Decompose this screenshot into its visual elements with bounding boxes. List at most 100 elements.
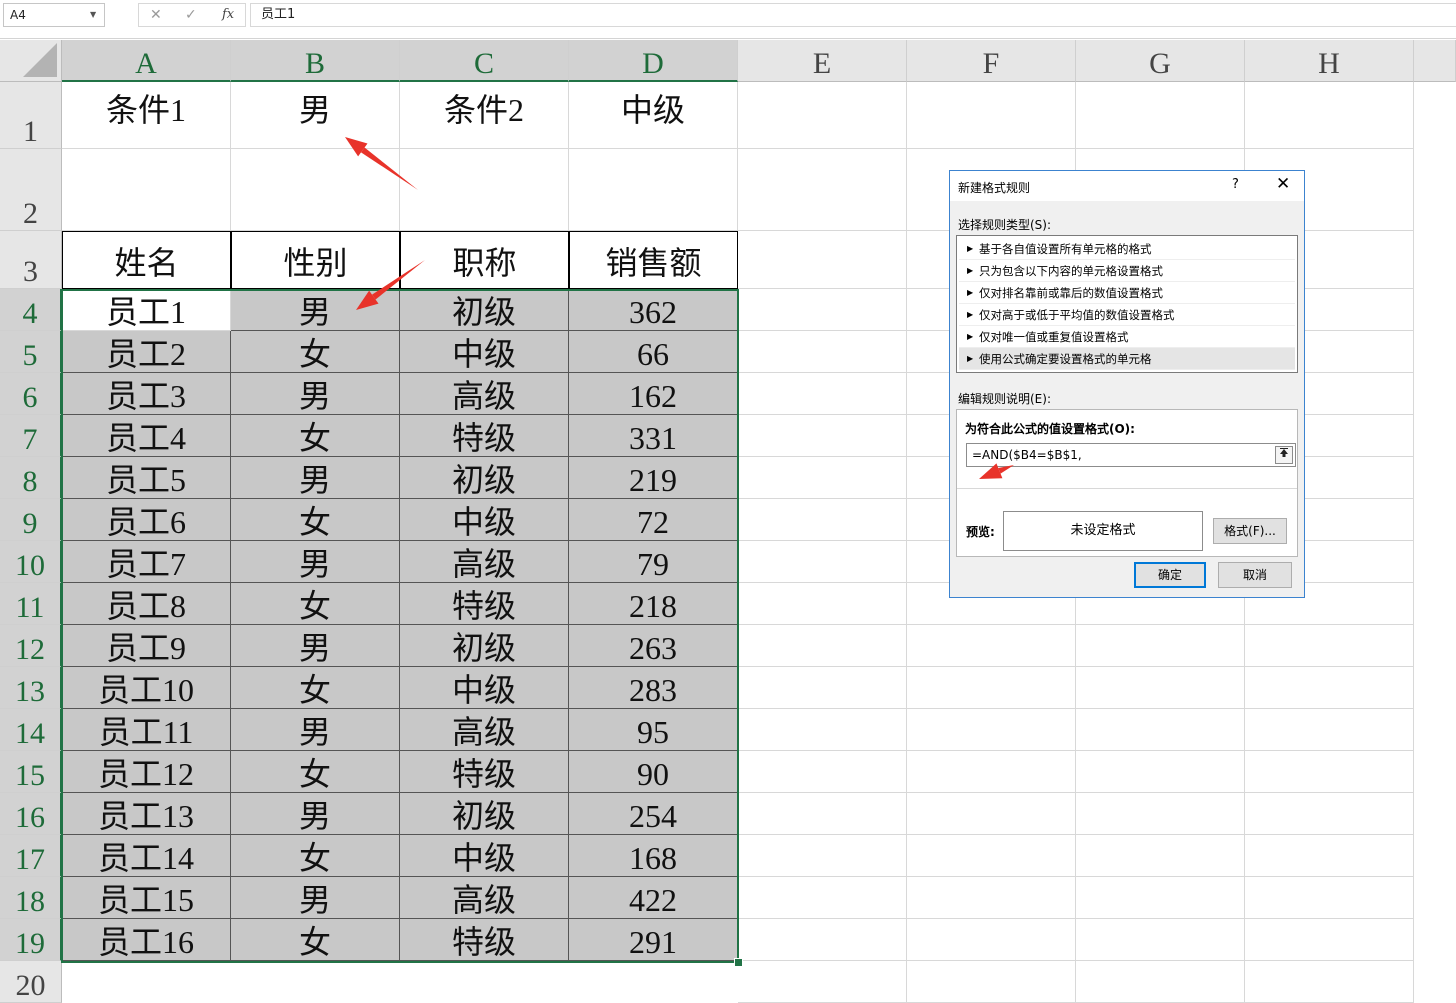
empty-cell[interactable] [62,149,231,231]
table-cell[interactable]: 中级 [400,667,569,709]
empty-cell[interactable] [738,149,907,231]
row-header-14[interactable]: 14 [0,709,62,751]
table-cell[interactable]: 218 [569,583,738,625]
table-cell[interactable]: 特级 [400,415,569,457]
empty-cell[interactable] [569,149,738,231]
empty-cell[interactable] [738,415,907,457]
row-header-3[interactable]: 3 [0,231,62,289]
table-cell[interactable]: 中级 [400,499,569,541]
row-header-5[interactable]: 5 [0,331,62,373]
empty-cell[interactable] [738,835,907,877]
condition-cell[interactable]: 中级 [569,82,738,149]
collapse-dialog-button[interactable] [1275,446,1293,464]
empty-cell[interactable] [907,961,1076,1003]
table-cell[interactable]: 362 [569,289,738,331]
table-cell[interactable]: 高级 [400,877,569,919]
table-cell[interactable]: 95 [569,709,738,751]
active-cell[interactable]: 员工1 [62,289,231,331]
table-cell[interactable]: 特级 [400,751,569,793]
table-cell[interactable]: 员工12 [62,751,231,793]
format-button[interactable]: 格式(F)... [1213,518,1287,544]
table-cell[interactable]: 特级 [400,919,569,961]
empty-cell[interactable] [738,709,907,751]
table-cell[interactable]: 女 [231,415,400,457]
empty-cell[interactable] [1245,835,1414,877]
empty-cell[interactable] [738,751,907,793]
table-cell[interactable]: 254 [569,793,738,835]
select-all-corner[interactable] [0,40,62,82]
table-cell[interactable]: 女 [231,667,400,709]
empty-cell[interactable] [1076,82,1245,149]
help-icon[interactable]: ? [1232,177,1239,192]
empty-cell[interactable] [1245,793,1414,835]
empty-cell[interactable] [1076,877,1245,919]
rule-type-list[interactable]: ▶ 基于各自值设置所有单元格的格式 ▶ 只为包含以下内容的单元格设置格式 ▶ 仅对排名靠前… [956,235,1298,373]
column-header-e[interactable]: E [738,40,907,82]
empty-cell[interactable] [907,835,1076,877]
empty-cell[interactable] [400,149,569,231]
column-header-f[interactable]: F [907,40,1076,82]
table-cell[interactable]: 女 [231,499,400,541]
table-cell[interactable]: 女 [231,751,400,793]
rule-type-item[interactable]: ▶ 仅对排名靠前或靠后的数值设置格式 [959,282,1295,304]
table-cell[interactable]: 72 [569,499,738,541]
empty-cell[interactable] [738,373,907,415]
empty-cell[interactable] [738,625,907,667]
row-header-12[interactable]: 12 [0,625,62,667]
column-header-b[interactable]: B [231,40,400,82]
table-cell[interactable]: 男 [231,793,400,835]
empty-cell[interactable] [907,625,1076,667]
rule-type-item[interactable]: ▶ 使用公式确定要设置格式的单元格 [959,348,1295,370]
table-cell[interactable]: 特级 [400,583,569,625]
table-cell[interactable]: 员工14 [62,835,231,877]
empty-cell[interactable] [1076,709,1245,751]
table-cell[interactable]: 员工5 [62,457,231,499]
table-cell[interactable]: 男 [231,877,400,919]
empty-cell[interactable] [1076,625,1245,667]
row-header-10[interactable]: 10 [0,541,62,583]
table-header-cell[interactable]: 性别 [231,231,400,289]
table-header-cell[interactable]: 销售额 [569,231,738,289]
table-cell[interactable]: 员工8 [62,583,231,625]
table-cell[interactable]: 中级 [400,331,569,373]
condition-cell[interactable]: 条件2 [400,82,569,149]
rule-type-item[interactable]: ▶ 仅对高于或低于平均值的数值设置格式 [959,304,1295,326]
empty-cell[interactable] [1245,625,1414,667]
row-header-8[interactable]: 8 [0,457,62,499]
row-header-17[interactable]: 17 [0,835,62,877]
rule-type-item[interactable]: ▶ 仅对唯一值或重复值设置格式 [959,326,1295,348]
rule-type-item[interactable]: ▶ 基于各自值设置所有单元格的格式 [959,238,1295,260]
empty-cell[interactable] [1076,961,1245,1003]
table-cell[interactable]: 员工2 [62,331,231,373]
empty-cell[interactable] [1076,919,1245,961]
empty-cell[interactable] [1076,793,1245,835]
row-header-20[interactable]: 20 [0,961,62,1003]
table-cell[interactable]: 初级 [400,289,569,331]
ok-button[interactable]: 确定 [1134,562,1206,588]
empty-cell[interactable] [1076,835,1245,877]
empty-cell[interactable] [1076,751,1245,793]
empty-cell[interactable] [907,793,1076,835]
rule-type-item[interactable]: ▶ 只为包含以下内容的单元格设置格式 [959,260,1295,282]
table-cell[interactable]: 168 [569,835,738,877]
cancel-button[interactable]: 取消 [1218,562,1292,588]
table-cell[interactable]: 219 [569,457,738,499]
table-cell[interactable]: 员工3 [62,373,231,415]
table-cell[interactable]: 员工16 [62,919,231,961]
row-header-16[interactable]: 16 [0,793,62,835]
empty-cell[interactable] [1076,667,1245,709]
table-header-cell[interactable]: 职称 [400,231,569,289]
table-cell[interactable]: 员工11 [62,709,231,751]
empty-cell[interactable] [738,541,907,583]
empty-cell[interactable] [738,919,907,961]
empty-cell[interactable] [738,289,907,331]
condition-cell[interactable]: 条件1 [62,82,231,149]
table-cell[interactable]: 女 [231,919,400,961]
row-header-13[interactable]: 13 [0,667,62,709]
empty-cell[interactable] [1245,751,1414,793]
column-header-a[interactable]: A [62,40,231,82]
row-header-4[interactable]: 4 [0,289,62,331]
table-cell[interactable]: 男 [231,541,400,583]
empty-cell[interactable] [907,919,1076,961]
empty-cell[interactable] [1245,919,1414,961]
